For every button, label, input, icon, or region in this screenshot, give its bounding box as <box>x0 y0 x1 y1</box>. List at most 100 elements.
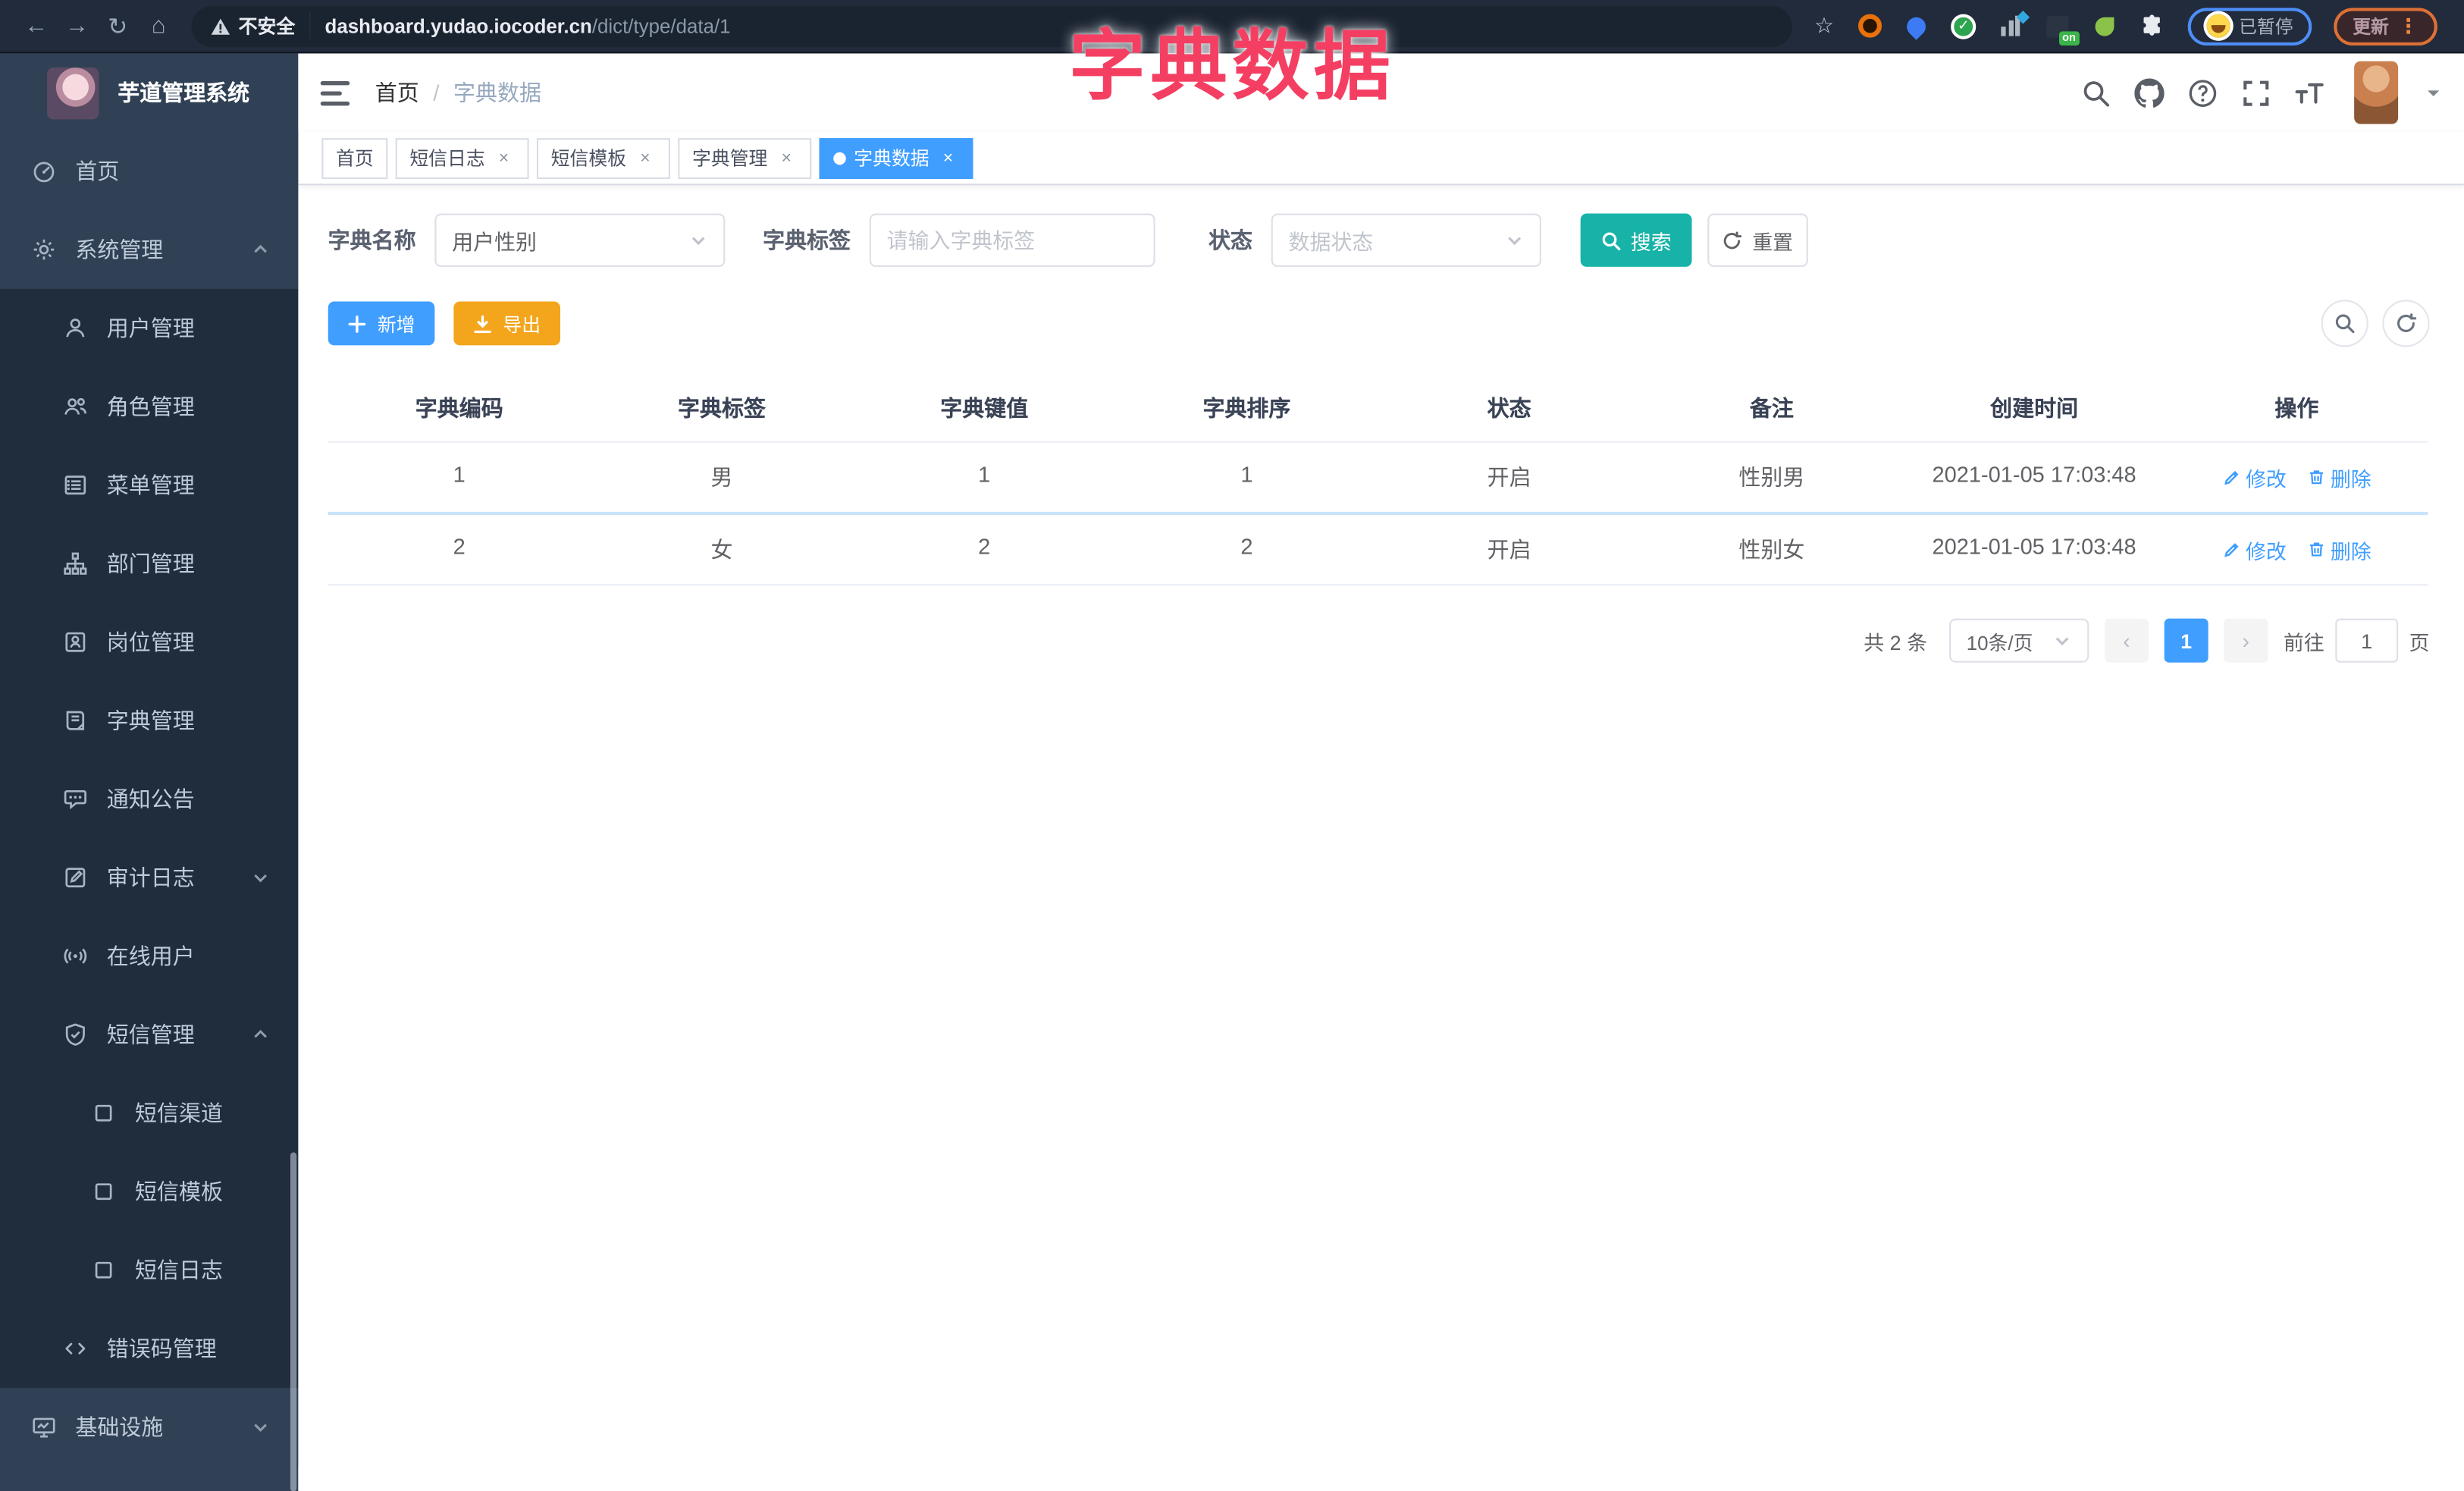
security-chip[interactable]: 不安全 <box>210 12 311 39</box>
reload-button[interactable]: ↻ <box>97 5 138 46</box>
font-size-icon[interactable] <box>2294 77 2324 107</box>
sidebar-item-sms-channel[interactable]: 短信渠道 <box>0 1073 299 1153</box>
dict-tag-input[interactable] <box>869 213 1155 267</box>
sidebar-menu: 首页系统管理用户管理角色管理菜单管理 部门管理 岗位管理 字典管理 通知公告 审计日志在线… <box>0 131 299 1467</box>
avatar[interactable] <box>2354 61 2399 124</box>
sidebar-item-error-code[interactable]: 错误码管理 <box>0 1309 299 1388</box>
forward-button[interactable]: → <box>57 5 98 46</box>
current-page-button[interactable]: 1 <box>2164 618 2209 663</box>
sidebar-item-infra[interactable]: 基础设施 <box>0 1387 299 1467</box>
paused-badge[interactable]: 已暂停 <box>2187 7 2312 45</box>
column-header: 字典标签 <box>678 395 766 421</box>
page-title-overlay: 字典数据 <box>1068 25 1396 110</box>
sidebar-item-label: 在线用户 <box>106 943 195 969</box>
close-icon[interactable]: × <box>493 147 515 169</box>
sidebar-item-sms-mgmt[interactable]: 短信管理 <box>0 995 299 1074</box>
extension-stats-icon[interactable] <box>1997 10 2030 39</box>
page-size-select[interactable]: 10条/页 <box>1948 618 2089 663</box>
gear-icon <box>31 237 56 262</box>
update-button-label: 更新 <box>2353 17 2389 37</box>
sidebar-scrollbar[interactable] <box>290 1152 297 1491</box>
fullscreen-icon[interactable] <box>2241 77 2271 107</box>
sidebar-item-online-user[interactable]: 在线用户 <box>0 916 299 996</box>
add-button[interactable]: 新增 <box>328 301 435 346</box>
help-icon[interactable] <box>2188 77 2218 107</box>
tab-dict-data[interactable]: 字典数据 × <box>819 137 973 178</box>
search-icon[interactable] <box>2081 77 2111 107</box>
extensions-puzzle-icon[interactable] <box>2139 13 2165 39</box>
home-button[interactable]: ⌂ <box>138 5 179 46</box>
extensions-area: ✓ on <box>1856 10 2165 46</box>
delete-link[interactable]: 删除 <box>2307 535 2372 564</box>
next-page-button[interactable]: › <box>2224 618 2268 663</box>
close-icon[interactable]: × <box>937 147 959 169</box>
download-icon <box>473 313 494 334</box>
table-cell: 2021-01-05 17:03:48 <box>1932 533 2136 559</box>
column-header: 字典键值 <box>940 395 1029 421</box>
sidebar-item-notice[interactable]: 通知公告 <box>0 759 299 839</box>
refresh-icon <box>1723 230 1743 250</box>
sidebar-item-system[interactable]: 系统管理 <box>0 210 299 289</box>
sidebar-item-label: 首页 <box>75 159 120 184</box>
edit-link[interactable]: 修改 <box>2222 535 2287 564</box>
bookmark-star-icon[interactable]: ☆ <box>1814 13 1834 39</box>
sidebar-item-label: 角色管理 <box>106 394 195 419</box>
navbar-actions <box>2081 61 2442 124</box>
search-button[interactable]: 搜索 <box>1580 213 1692 267</box>
back-button[interactable]: ← <box>16 5 57 46</box>
data-table: 字典编码 字典标签 字典键值 字典排序 状态 备注 创建时间 操作 1 男 1 1 开启 性别男 2021-… <box>328 375 2428 586</box>
plus-icon <box>347 313 368 334</box>
sidebar-item-role-mgmt[interactable]: 角色管理 <box>0 367 299 446</box>
close-icon[interactable]: × <box>634 147 656 169</box>
sidebar-item-sms-template[interactable]: 短信模板 <box>0 1152 299 1231</box>
extension-drop-icon[interactable] <box>1903 12 1930 39</box>
extension-leaf-icon[interactable] <box>2092 13 2118 39</box>
tab-label: 短信模板 <box>550 147 627 170</box>
delete-link[interactable]: 删除 <box>2307 463 2372 492</box>
sidebar-item-audit-log[interactable]: 审计日志 <box>0 838 299 917</box>
tags-bar: 首页 短信日志 × 短信模板 × 字典管理 × 字典数据 × <box>298 132 2464 186</box>
tab-dict-type[interactable]: 字典管理 × <box>678 137 812 178</box>
status-select[interactable]: 数据状态 <box>1271 213 1541 267</box>
tab-sms-template[interactable]: 短信模板 × <box>537 137 671 178</box>
dict-name-select[interactable]: 用户性别 <box>434 213 726 267</box>
sidebar-item-dept-mgmt[interactable]: 部门管理 <box>0 524 299 603</box>
sidebar-item-menu-mgmt[interactable]: 菜单管理 <box>0 445 299 525</box>
refresh-table-button[interactable] <box>2382 300 2430 347</box>
square-icon <box>91 1257 116 1282</box>
sidebar-item-label: 用户管理 <box>106 315 195 341</box>
browser-menu-icon[interactable]: ⋮ <box>2398 14 2419 39</box>
update-button[interactable]: 更新 ⋮ <box>2334 7 2437 45</box>
tab-sms-log[interactable]: 短信日志 × <box>395 137 529 178</box>
avatar-caret-down-icon[interactable] <box>2425 84 2442 102</box>
omnibox[interactable]: 不安全 dashboard.yudao.iocoder.cn/dict/type… <box>191 5 1793 47</box>
sidebar-item-post-mgmt[interactable]: 岗位管理 <box>0 602 299 682</box>
breadcrumb-home[interactable]: 首页 <box>375 77 419 108</box>
edit-link[interactable]: 修改 <box>2222 463 2287 492</box>
extension-on-switch-icon[interactable]: on <box>2044 13 2079 46</box>
prev-page-button[interactable]: ‹ <box>2104 618 2149 663</box>
url-text: dashboard.yudao.iocoder.cn/dict/type/dat… <box>325 15 731 37</box>
goto-page-input[interactable] <box>2335 618 2399 663</box>
sidebar-item-home[interactable]: 首页 <box>0 131 299 211</box>
sidebar-item-dict-mgmt[interactable]: 字典管理 <box>0 681 299 760</box>
extension-ubuntu-icon[interactable] <box>1856 13 1882 39</box>
app-logo[interactable]: 芋道管理系统 <box>0 53 298 132</box>
reset-button[interactable]: 重置 <box>1707 213 1808 267</box>
column-header: 创建时间 <box>1990 395 2079 421</box>
close-icon[interactable]: × <box>776 147 798 169</box>
tab-label: 短信日志 <box>409 147 485 170</box>
tab-home[interactable]: 首页 <box>321 137 388 178</box>
github-icon[interactable] <box>2134 77 2165 107</box>
column-header: 操作 <box>2274 395 2319 421</box>
table-cell: 1 <box>1240 461 1253 487</box>
toggle-search-button[interactable] <box>2321 300 2368 347</box>
edit-link-label: 修改 <box>2246 466 2287 491</box>
sidebar-item-sms-log[interactable]: 短信日志 <box>0 1230 299 1310</box>
hamburger-button[interactable] <box>320 80 350 106</box>
export-button[interactable]: 导出 <box>453 301 561 346</box>
sidebar-item-user-mgmt[interactable]: 用户管理 <box>0 288 299 368</box>
table-cell: 女 <box>710 536 733 563</box>
extension-check-icon[interactable]: ✓ <box>1950 13 1977 39</box>
user-icon <box>63 315 88 341</box>
